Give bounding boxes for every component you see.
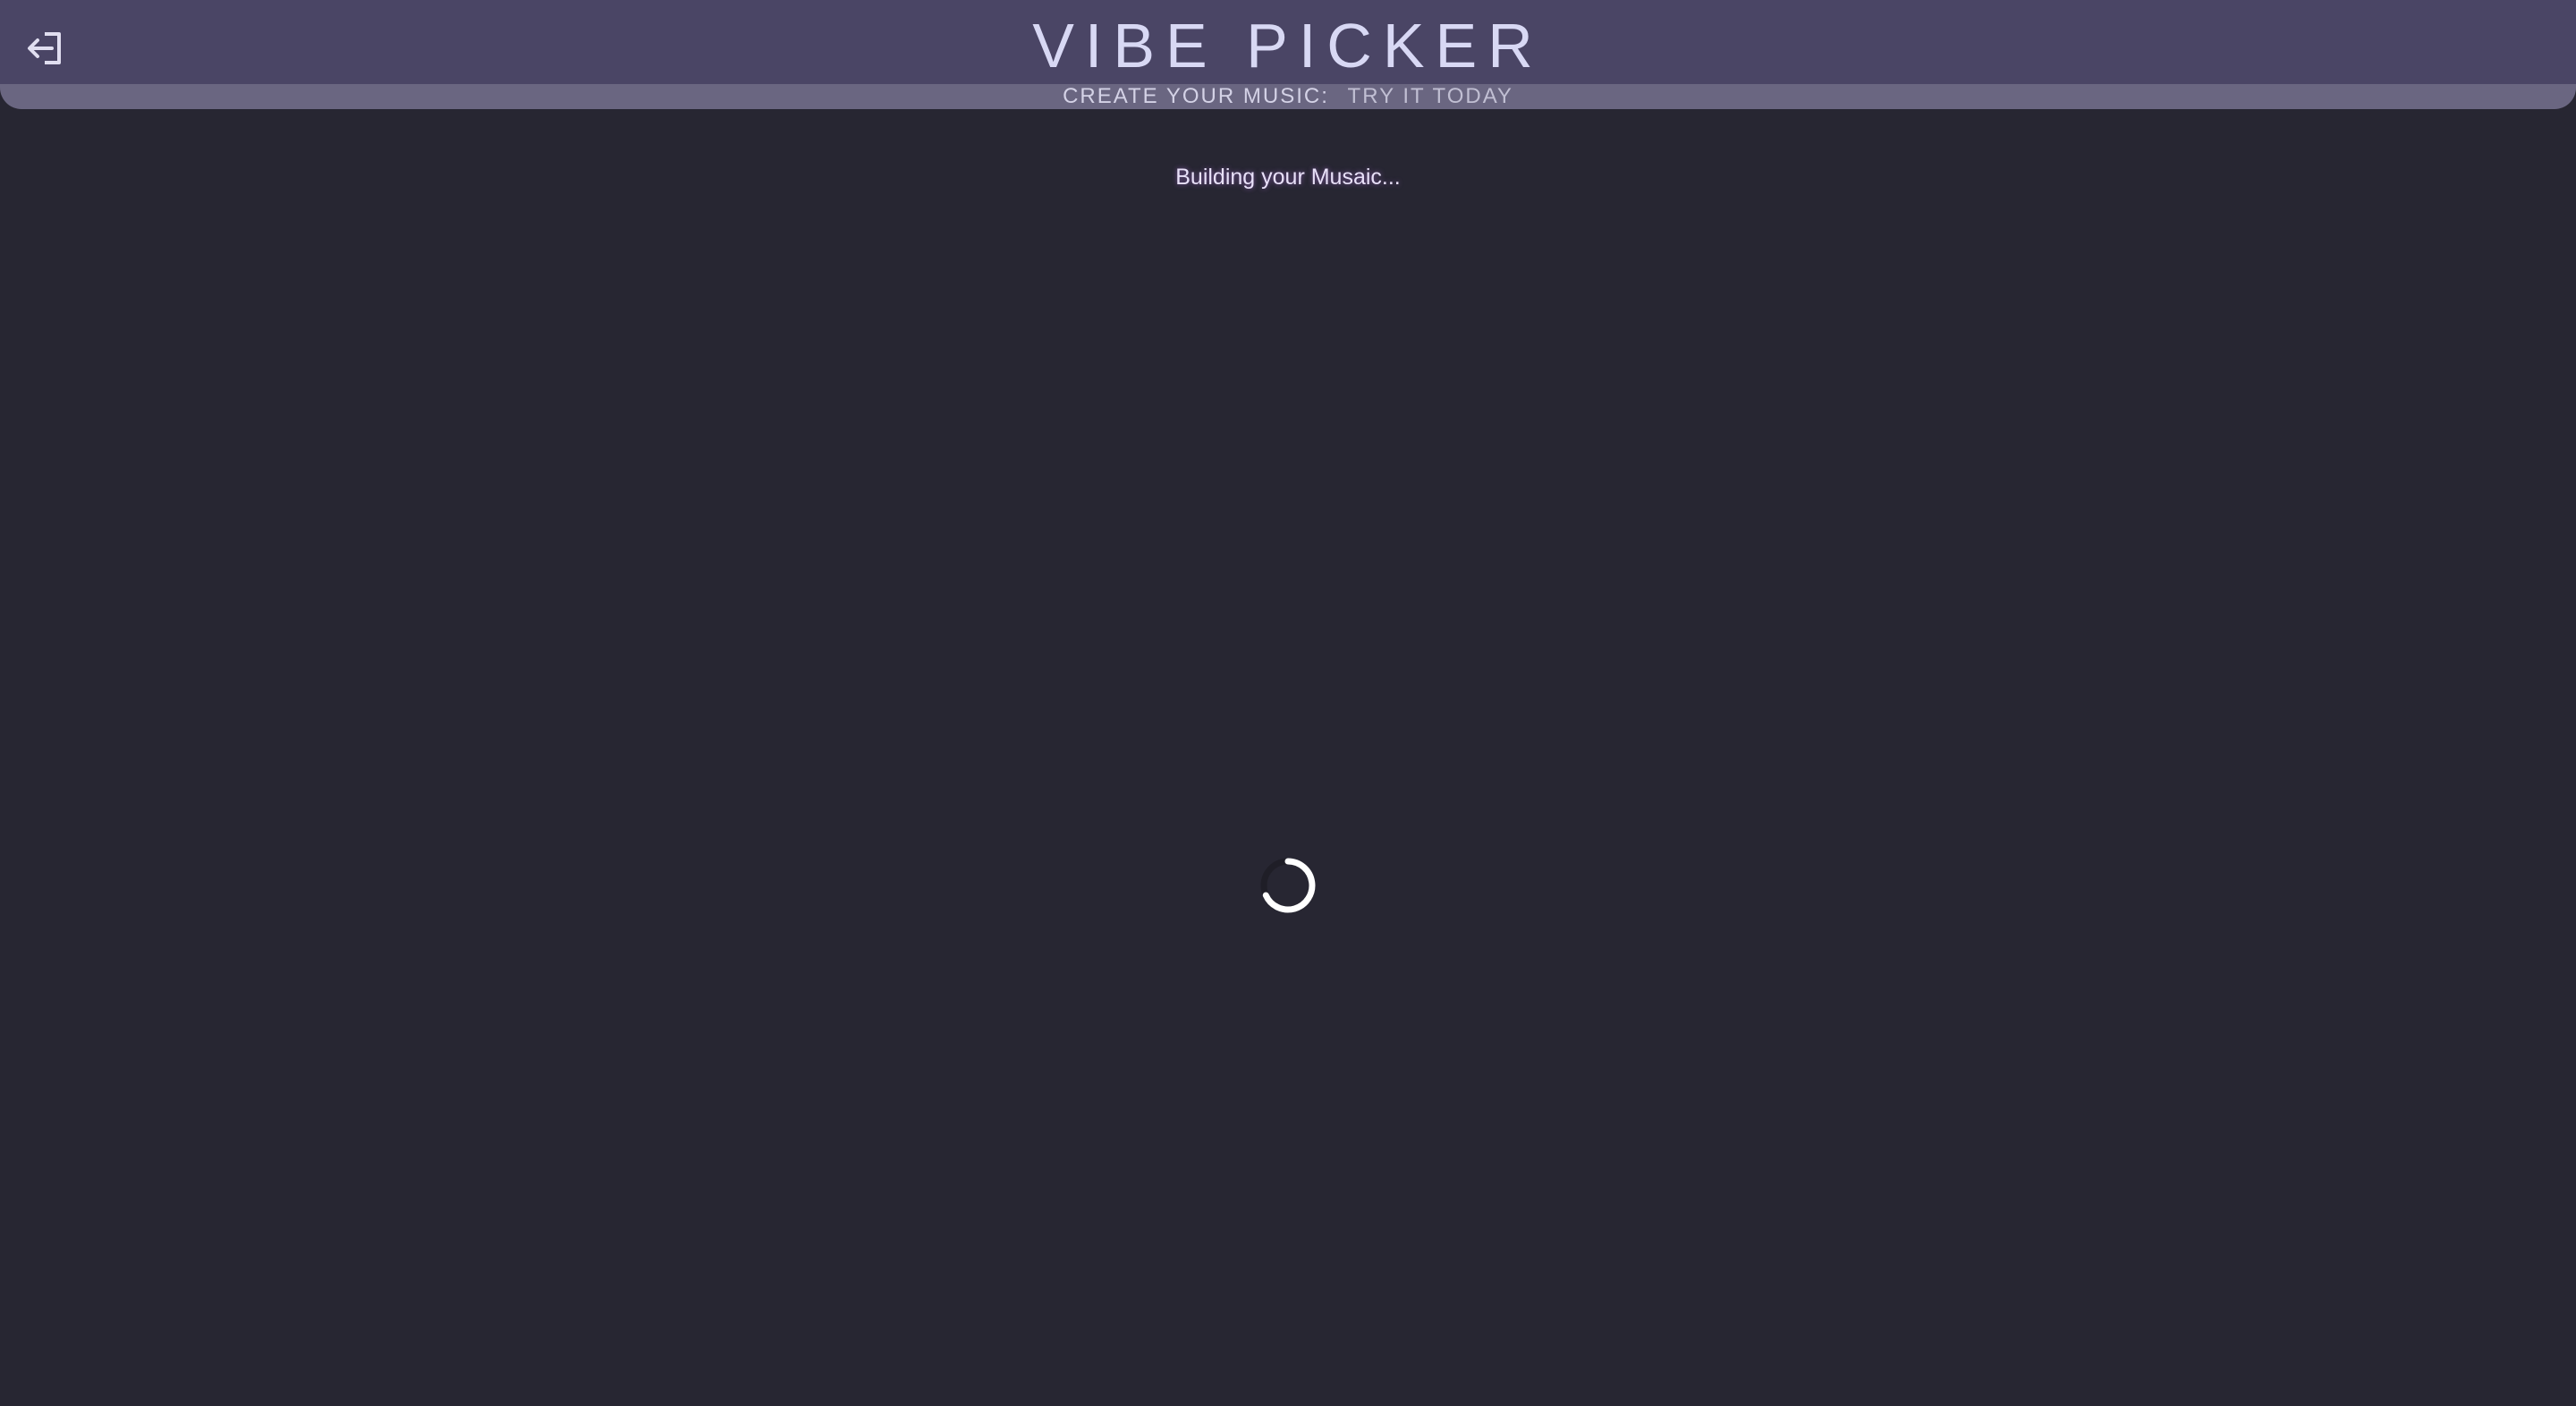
app-title: VIBE PICKER xyxy=(1032,11,1544,80)
tagline-light: TRY IT TODAY xyxy=(1347,84,1513,108)
tagline: CREATE YOUR MUSIC: TRY IT TODAY xyxy=(0,83,2576,110)
loading-spinner-icon xyxy=(1260,858,1316,913)
tagline-strong: CREATE YOUR MUSIC: xyxy=(1063,84,1329,108)
loading-spinner xyxy=(1259,857,1317,914)
status-message: Building your Musaic... xyxy=(1175,165,1401,190)
